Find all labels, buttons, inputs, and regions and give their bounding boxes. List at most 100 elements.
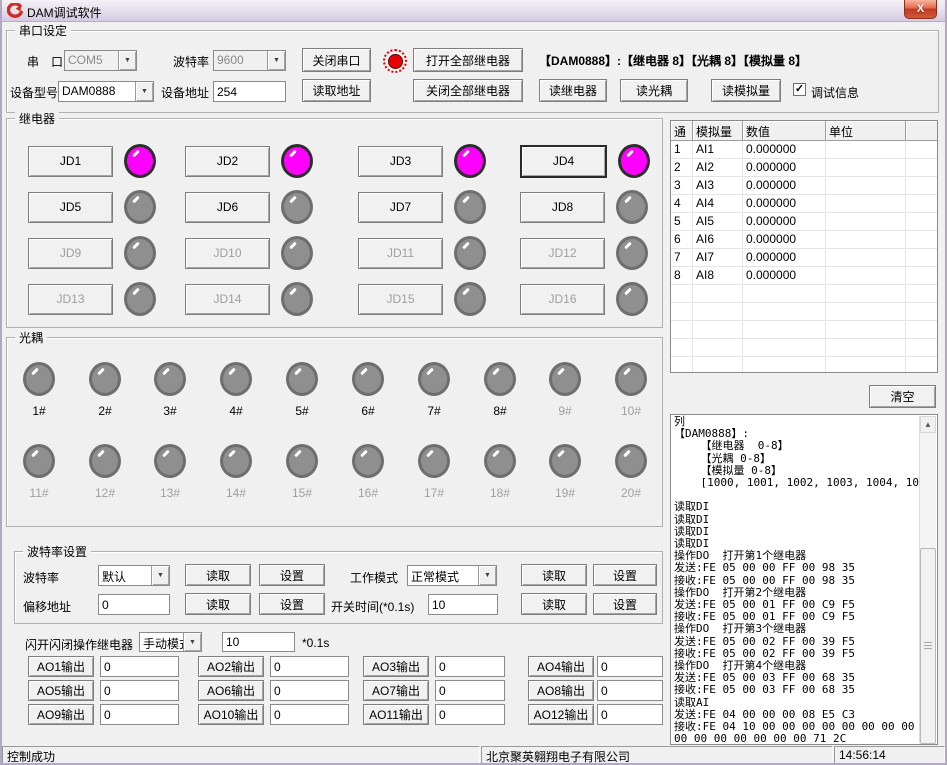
close-button[interactable]: X [904,0,937,19]
ao7-output-input[interactable] [435,680,505,701]
table-row: 5 AI5 0.000000 [671,213,937,231]
baud-set-button[interactable]: 设置 [259,564,325,586]
workmode-set-button[interactable]: 设置 [593,564,657,586]
workmode-select[interactable]: 正常模式 ▼ [407,565,497,586]
relay-led-jd3-on [454,144,486,178]
scrollbar-thumb[interactable] [920,548,936,744]
offset-input[interactable] [98,594,170,615]
relay-button-jd1[interactable]: JD1 [28,146,113,177]
ao3-output-input[interactable] [435,656,505,677]
relay-led-jd16-off [616,282,648,316]
log-scrollbar[interactable]: ▲ [919,416,936,743]
chevron-down-icon[interactable]: ▼ [135,82,153,101]
switch-set-button[interactable]: 设置 [593,593,657,615]
debug-info-label: 调试信息 [811,84,859,101]
relay-button-jd7[interactable]: JD7 [358,192,443,223]
ao2-output-button[interactable]: AO2输出 [198,656,264,677]
log-panel[interactable]: 列 【DAM0888】: 【继电器 0-8】 【光耦 0-8】 【模拟量 0-8… [670,414,938,745]
scroll-up-icon[interactable]: ▲ [920,416,936,433]
opto-8: 8# [468,362,532,418]
switch-read-button[interactable]: 读取 [521,593,587,615]
relay-cell-jd8: JD8 [520,190,648,224]
ao10-output-input[interactable] [270,704,349,725]
opto-label-13: 13# [160,486,180,500]
baud-read-button[interactable]: 读取 [185,564,251,586]
cell-unit [826,267,906,285]
cell-unit [826,249,906,267]
ao6-output-button[interactable]: AO6输出 [198,680,264,701]
model-select[interactable]: DAM0888 ▼ [58,81,154,102]
baudrate-select[interactable]: 9600 ▼ [213,50,286,71]
ao1-output-button[interactable]: AO1输出 [28,656,94,677]
relay-button-jd4[interactable]: JD4 [520,145,607,178]
ao5-output-button[interactable]: AO5输出 [28,680,94,701]
close-all-relays-button[interactable]: 关闭全部继电器 [413,79,523,102]
ao10-output-button[interactable]: AO10输出 [198,704,264,725]
chevron-down-icon[interactable]: ▼ [183,633,201,651]
debug-info-checkbox[interactable]: ✓ [793,83,806,96]
port-select[interactable]: COM5 ▼ [64,50,137,71]
close-serial-button[interactable]: 关闭串口 [302,48,371,72]
relay-button-jd8[interactable]: JD8 [520,192,605,223]
offset-set-button[interactable]: 设置 [259,593,325,615]
opto-label-15: 15# [292,486,312,500]
ao9-output-input[interactable] [100,704,179,725]
cell-unit [826,177,906,195]
col-header-value[interactable]: 数值 [743,121,826,141]
baud-set-select[interactable]: 默认 ▼ [98,565,170,586]
ao7-output-button[interactable]: AO7输出 [363,680,429,701]
log-text: 列 【DAM0888】: 【继电器 0-8】 【光耦 0-8】 【模拟量 0-8… [671,415,919,744]
read-address-button[interactable]: 读取地址 [302,79,371,102]
ao8-output-input[interactable] [597,680,663,701]
read-analog-button[interactable]: 读模拟量 [711,79,781,102]
chevron-down-icon[interactable]: ▼ [118,51,136,70]
opto-3: 3# [138,362,202,418]
baudrate-settings-group: 波特率设置 波特率 默认 ▼ 读取 设置 工作模式 正常模式 ▼ 读取 设置 偏… [14,551,663,624]
opto-led-8 [484,362,516,396]
ao11-output-input[interactable] [435,704,505,725]
open-all-relays-button[interactable]: 打开全部继电器 [413,48,523,72]
relay-button-jd3[interactable]: JD3 [358,146,443,177]
switch-time-input[interactable] [428,594,498,615]
clear-log-button[interactable]: 清空 [869,385,936,408]
switch-time-label: 开关时间(*0.1s) [331,598,414,615]
ao3-output-button[interactable]: AO3输出 [363,656,429,677]
ao4-output-button[interactable]: AO4输出 [528,656,594,677]
relay-button-jd5[interactable]: JD5 [28,192,113,223]
chevron-down-icon[interactable]: ▼ [267,51,285,70]
workmode-read-button[interactable]: 读取 [521,564,587,586]
chevron-down-icon[interactable]: ▼ [151,566,169,585]
title-bar: DAM调试软件 X [0,0,947,22]
cell-channel: 1 [671,141,693,159]
offset-read-button[interactable]: 读取 [185,593,251,615]
col-header-channel[interactable]: 通 [671,121,693,141]
ao8-output-button[interactable]: AO8输出 [528,680,594,701]
ao5-output-input[interactable] [100,680,179,701]
ao2-output-input[interactable] [270,656,349,677]
read-relay-button[interactable]: 读继电器 [539,79,607,102]
col-header-unit[interactable]: 单位 [826,121,906,141]
ao12-output-input[interactable] [597,704,663,725]
analog-table: 通 模拟量 数值 单位 1 AI1 0.000000 2 AI2 0.00000… [670,120,938,373]
col-header-analog[interactable]: 模拟量 [693,121,743,141]
opto-label-4: 4# [229,404,242,418]
read-opto-button[interactable]: 读光耦 [620,79,688,102]
flash-time-input[interactable] [222,632,295,652]
ao6-output-input[interactable] [270,680,349,701]
chevron-down-icon[interactable]: ▼ [478,566,496,585]
ao1-output-input[interactable] [100,656,179,677]
relay-button-jd6[interactable]: JD6 [185,192,270,223]
flash-mode-select[interactable]: 手动模式 ▼ [139,632,202,652]
relay-button-jd2[interactable]: JD2 [185,146,270,177]
cell-unit [826,195,906,213]
cell-channel: 3 [671,177,693,195]
ao4-output-input[interactable] [597,656,663,677]
ao9-output-button[interactable]: AO9输出 [28,704,94,725]
opto-led-12 [89,444,121,478]
ao11-output-button[interactable]: AO11输出 [363,704,429,725]
opto-label-19: 19# [555,486,575,500]
opto-17: 17# [402,444,466,500]
table-row: 1 AI1 0.000000 [671,141,937,159]
device-address-input[interactable] [213,81,286,102]
ao12-output-button[interactable]: AO12输出 [528,704,594,725]
